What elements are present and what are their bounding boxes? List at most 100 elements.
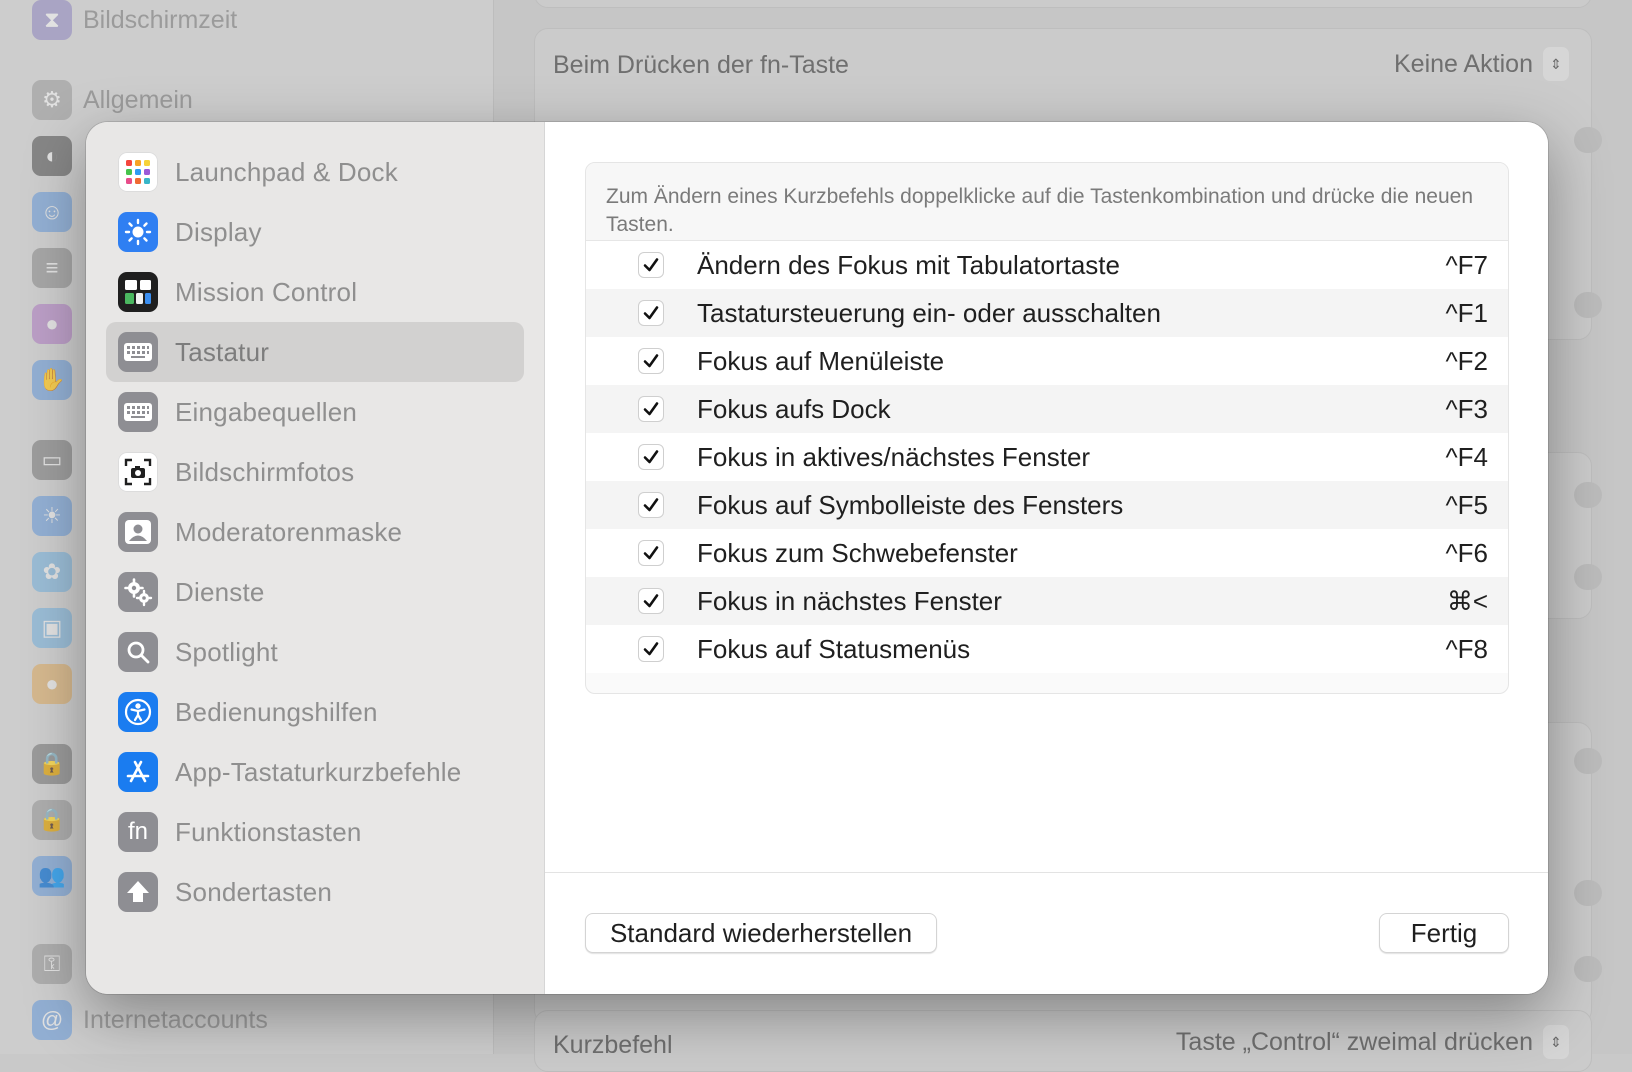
dialog-footer: Standard wiederherstellen Fertig [545,872,1548,994]
sidebar-item-eingabequellen[interactable]: Eingabequellen [106,382,524,442]
bg-stepper [1574,956,1602,982]
shortcut-row[interactable]: Tastatursteuerung ein- oder ausschalten … [586,289,1508,337]
restore-defaults-button[interactable]: Standard wiederherstellen [585,913,937,953]
shortcuts-rows: Ändern des Fokus mit Tabulatortaste ^F7 … [586,241,1508,673]
shortcut-checkbox[interactable] [638,636,664,662]
checkmark-icon [643,594,659,608]
checkmark-icon [643,642,659,656]
shortcut-keys[interactable]: ^F3 [1445,394,1488,425]
shift-arrow-icon [118,872,158,912]
bg-fn-key-label: Beim Drücken der fn-Taste [553,51,849,79]
done-button[interactable]: Fertig [1379,913,1509,953]
sidebar-item-mission-control[interactable]: Mission Control [106,262,524,322]
control-center-icon: ≡ [32,248,72,288]
sidebar-item-display[interactable]: Display [106,202,524,262]
bg-sidebar-label: Bildschirmzeit [83,5,238,34]
sidebar-item-sondertasten[interactable]: Sondertasten [106,862,524,922]
shortcut-row[interactable]: Fokus zum Schwebefenster ^F6 [586,529,1508,577]
bg-sidebar-label: Allgemein [83,85,193,114]
bg-sidebar-item: ☺ [32,192,72,232]
shortcuts-hint: Zum Ändern eines Kurzbefehls doppelklick… [586,163,1508,241]
wallpaper-icon: ▣ [32,608,72,648]
shortcut-label: Fokus auf Menüleiste [697,345,945,376]
shortcut-label: Tastatursteuerung ein- oder ausschalten [697,297,1161,328]
bg-sidebar-item: ≡ [32,248,72,288]
sidebar-item-label: Tastatur [175,336,270,367]
shortcut-row[interactable]: Fokus auf Menüleiste ^F2 [586,337,1508,385]
sidebar-item-app-tastaturkurzbefehle[interactable]: App-Tastaturkurzbefehle [106,742,524,802]
shortcut-keys[interactable]: ^F5 [1445,490,1488,521]
sidebar-item-funktionstasten[interactable]: fn Funktionstasten [106,802,524,862]
fn-icon: fn [118,812,158,852]
sidebar-item-label: Dienste [175,576,265,607]
sidebar-item-label: App-Tastaturkurzbefehle [175,756,462,787]
bg-card [534,0,1592,8]
shortcut-row[interactable]: Fokus auf Symbolleiste des Fensters ^F5 [586,481,1508,529]
shortcut-checkbox[interactable] [638,252,664,278]
screenshot-icon [118,452,158,492]
bg-ellipsis-button [1574,292,1602,318]
users-icon: 👥 [32,856,72,896]
app-store-icon [118,752,158,792]
shortcut-checkbox[interactable] [638,348,664,374]
bg-sidebar-item: ⚿ [32,944,72,984]
mission-control-icon [118,272,158,312]
shortcut-checkbox[interactable] [638,588,664,614]
sidebar-item-label: Bildschirmfotos [175,456,355,487]
gear-icon: ⚙ [32,80,72,120]
keyboard-shortcuts-dialog: Launchpad & Dock Display Mission Control [86,122,1548,994]
checkmark-icon [643,546,659,560]
bg-sidebar-item-allgemein: ⚙ Allgemein [32,80,193,120]
shortcut-label: Fokus in aktives/nächstes Fenster [697,441,1091,472]
sidebar-item-moderatorenmaske[interactable]: Moderatorenmaske [106,502,524,562]
shortcut-keys[interactable]: ^F1 [1445,298,1488,329]
magnifier-icon [118,632,158,672]
sidebar-item-bildschirmfotos[interactable]: Bildschirmfotos [106,442,524,502]
person-icon [118,512,158,552]
shortcut-checkbox[interactable] [638,540,664,566]
shortcut-checkbox[interactable] [638,300,664,326]
sidebar-item-dienste[interactable]: Dienste [106,562,524,622]
bg-ellipsis-button [1574,482,1602,508]
shortcut-keys[interactable]: ^F8 [1445,634,1488,665]
siri-icon: ● [32,304,72,344]
shortcut-checkbox[interactable] [638,444,664,470]
launchpad-icon [118,152,158,192]
sidebar-item-launchpad-dock[interactable]: Launchpad & Dock [106,142,524,202]
lock-icon: 🔒 [32,744,72,784]
bg-shortcut-value-text: Taste „Control“ zweimal drücken [1175,1027,1533,1056]
shortcut-keys[interactable]: ⌘< [1447,586,1488,617]
sidebar-item-label: Display [175,216,262,247]
shortcut-keys[interactable]: ^F6 [1445,538,1488,569]
bg-sidebar-item: ◐ [32,136,72,176]
bg-sidebar-item: 🔒 [32,800,72,840]
sidebar-item-label: Bedienungshilfen [175,696,378,727]
shortcut-label: Fokus in nächstes Fenster [697,585,1002,616]
sidebar-item-bedienungshilfen[interactable]: Bedienungshilfen [106,682,524,742]
shortcut-keys[interactable]: ^F4 [1445,442,1488,473]
shortcut-label: Fokus auf Statusmenüs [697,633,971,664]
bg-toggle [1574,127,1602,153]
shortcut-keys[interactable]: ^F7 [1445,250,1488,281]
shortcut-row[interactable]: Fokus in aktives/nächstes Fenster ^F4 [586,433,1508,481]
shortcut-row[interactable]: Fokus aufs Dock ^F3 [586,385,1508,433]
sun-icon: ☀ [32,496,72,536]
bg-sidebar-label: Internetaccounts [83,1005,268,1034]
bg-sidebar-item: ▭ [32,440,72,480]
checkmark-icon [643,498,659,512]
shortcuts-list: Zum Ändern eines Kurzbefehls doppelklick… [585,162,1509,694]
shortcut-label: Fokus aufs Dock [697,393,891,424]
shortcut-keys[interactable]: ^F2 [1445,346,1488,377]
sidebar-item-tastatur[interactable]: Tastatur [106,322,524,382]
shortcut-row[interactable]: Fokus auf Statusmenüs ^F8 [586,625,1508,673]
at-icon: @ [32,1000,72,1040]
sidebar-item-spotlight[interactable]: Spotlight [106,622,524,682]
bg-sidebar-item-internetaccounts: @ Internetaccounts [32,1000,268,1040]
shortcut-checkbox[interactable] [638,492,664,518]
shortcut-row[interactable]: Ändern des Fokus mit Tabulatortaste ^F7 [586,241,1508,289]
hourglass-icon: ⧗ [32,0,72,40]
shortcut-row[interactable]: Fokus in nächstes Fenster ⌘< [586,577,1508,625]
shortcut-label: Fokus auf Symbolleiste des Fensters [697,489,1124,520]
shortcut-checkbox[interactable] [638,396,664,422]
shortcut-label: Ändern des Fokus mit Tabulatortaste [697,249,1120,280]
